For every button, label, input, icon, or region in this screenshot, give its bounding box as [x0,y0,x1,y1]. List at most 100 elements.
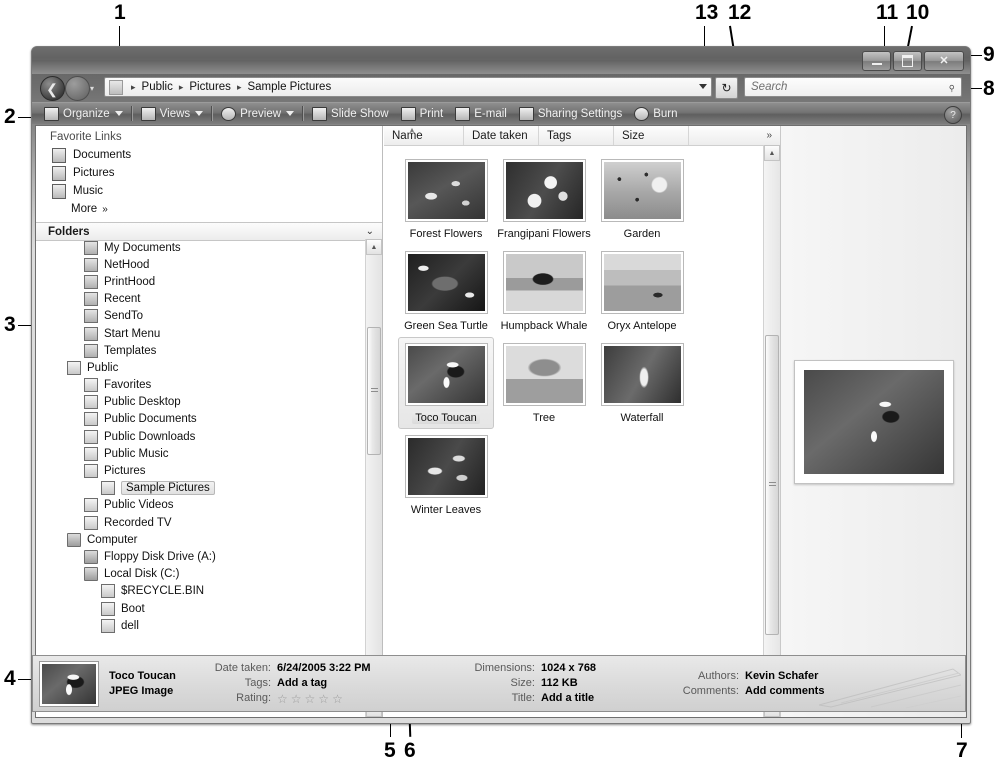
folder-icon [84,464,98,479]
toolbar-organize[interactable]: Organize [38,103,129,124]
thumbnail-grid[interactable]: Forest Flowers Frangipani Flowers Garden Gr… [384,145,764,717]
column-header-name[interactable]: ▴ Name [384,125,464,145]
toolbar-sharing-settings[interactable]: Sharing Settings [513,103,628,124]
nav-scroll-up-button[interactable]: ▲ [366,239,382,255]
breadcrumb-sample-pictures[interactable]: Sample Pictures [246,81,332,93]
file-item[interactable]: Toco Toucan [398,337,494,429]
file-item[interactable]: Garden [594,153,690,245]
tree-item[interactable]: Sample Pictures [36,480,382,497]
shortcut-icon [84,274,98,289]
tree-item[interactable]: Public Documents [36,411,382,428]
details-authors-value[interactable]: Kevin Schafer [745,669,818,684]
tree-item[interactable]: Recent [36,291,382,308]
favorite-link-pictures[interactable]: Pictures [36,164,382,182]
minimize-button[interactable] [862,51,891,71]
folder-tree[interactable]: My Documents NetHood PrintHood Recent SendTo… [36,239,382,717]
history-dropdown-icon[interactable]: ▾ [90,84,94,93]
help-button[interactable]: ? [944,106,962,124]
file-item[interactable]: Frangipani Flowers [496,153,592,245]
star-icon[interactable]: ☆ [305,693,316,705]
shortcut-icon [84,309,98,324]
forward-button[interactable] [65,76,90,101]
toolbar-views[interactable]: Views [135,103,209,124]
details-title-value[interactable]: Add a title [541,691,594,706]
tree-item[interactable]: $RECYCLE.BIN [36,583,382,600]
address-dropdown-icon[interactable] [699,84,707,89]
tree-item[interactable]: Boot [36,600,382,617]
nav-scroll-thumb[interactable] [367,327,381,455]
title-bar[interactable]: ✕ [32,47,970,74]
tree-item[interactable]: NetHood [36,256,382,273]
star-icon[interactable]: ☆ [291,693,302,705]
file-item[interactable]: Humpback Whale [496,245,592,337]
tree-item[interactable]: Favorites [36,377,382,394]
file-item[interactable]: Green Sea Turtle [398,245,494,337]
file-item[interactable]: Waterfall [594,337,690,429]
details-rating-row: Rating: ☆ ☆ ☆ ☆ ☆ [201,691,451,706]
tree-item[interactable]: Floppy Disk Drive (A:) [36,548,382,565]
toolbar-print[interactable]: Print [395,103,450,124]
toolbar-burn[interactable]: Burn [628,103,683,124]
tree-item[interactable]: Public Videos [36,497,382,514]
toolbar-slide-show[interactable]: Slide Show [306,103,395,124]
star-icon[interactable]: ☆ [332,693,343,705]
star-icon[interactable]: ☆ [277,693,288,705]
column-header-size[interactable]: Size [614,126,689,145]
details-thumbnail [39,660,99,707]
file-item[interactable]: Oryx Antelope [594,245,690,337]
column-header-date-taken[interactable]: Date taken [464,126,539,145]
breadcrumb-public[interactable]: Public [141,81,174,93]
favorite-link-pictures-label: Pictures [73,167,115,179]
tree-item[interactable]: Pictures [36,462,382,479]
tree-item[interactable]: PrintHood [36,273,382,290]
nav-scrollbar[interactable]: ▲ ▼ [365,239,382,717]
tree-item[interactable]: Public Desktop [36,394,382,411]
tree-item[interactable]: Recorded TV [36,514,382,531]
search-input[interactable]: Search [751,81,948,93]
tree-item[interactable]: Public [36,359,382,376]
file-item[interactable]: Tree [496,337,592,429]
toolbar-preview[interactable]: Preview [215,103,300,124]
tree-item[interactable]: Computer [36,531,382,548]
rating-stars[interactable]: ☆ ☆ ☆ ☆ ☆ [277,691,343,706]
close-button[interactable]: ✕ [924,51,964,71]
favorite-links-more[interactable]: More » [36,200,382,218]
details-size-label: Size: [510,677,535,689]
file-item[interactable]: Winter Leaves [398,429,494,521]
tree-item-label: Public Documents [104,413,197,426]
column-header-more[interactable]: » [689,126,780,145]
file-thumbnail [600,343,684,406]
tree-item[interactable]: Public Downloads [36,428,382,445]
list-scroll-up-button[interactable]: ▲ [764,145,780,161]
tree-item[interactable]: Start Menu [36,325,382,342]
favorite-link-music[interactable]: Music [36,182,382,200]
toolbar-email-label: E-mail [474,107,507,120]
column-header-tags[interactable]: Tags [539,126,614,145]
breadcrumb-separator-2[interactable]: ▸ [232,82,247,93]
address-bar[interactable]: ▸ Public ▸ Pictures ▸ Sample Pictures [104,77,712,97]
breadcrumb-separator-1[interactable]: ▸ [174,82,189,93]
tree-item[interactable]: dell [36,617,382,634]
tree-item[interactable]: Public Music [36,445,382,462]
details-date-taken-value[interactable]: 6/24/2005 3:22 PM [277,661,371,676]
breadcrumb-pictures[interactable]: Pictures [188,81,232,93]
details-dimensions-row: Dimensions: 1024 x 768 [451,661,661,676]
tree-item[interactable]: Templates [36,342,382,359]
preview-image-frame[interactable] [793,359,954,484]
list-scroll-thumb[interactable] [765,335,779,635]
favorite-link-documents[interactable]: Documents [36,146,382,164]
file-item[interactable]: Forest Flowers [398,153,494,245]
tree-item[interactable]: Local Disk (C:) [36,566,382,583]
close-icon: ✕ [939,54,949,67]
search-box[interactable]: Search ⌕ [744,77,962,97]
toolbar-email[interactable]: E-mail [449,103,513,124]
tree-item[interactable]: My Documents [36,239,382,256]
details-tags-value[interactable]: Add a tag [277,676,327,691]
back-button[interactable]: ❮ [40,76,65,101]
refresh-button[interactable]: ↻ [715,77,738,99]
file-list-scrollbar[interactable]: ▲ ▼ [763,145,780,717]
toolbar-organize-label: Organize [63,107,110,120]
maximize-button[interactable] [893,51,922,71]
star-icon[interactable]: ☆ [318,693,329,705]
tree-item[interactable]: SendTo [36,308,382,325]
